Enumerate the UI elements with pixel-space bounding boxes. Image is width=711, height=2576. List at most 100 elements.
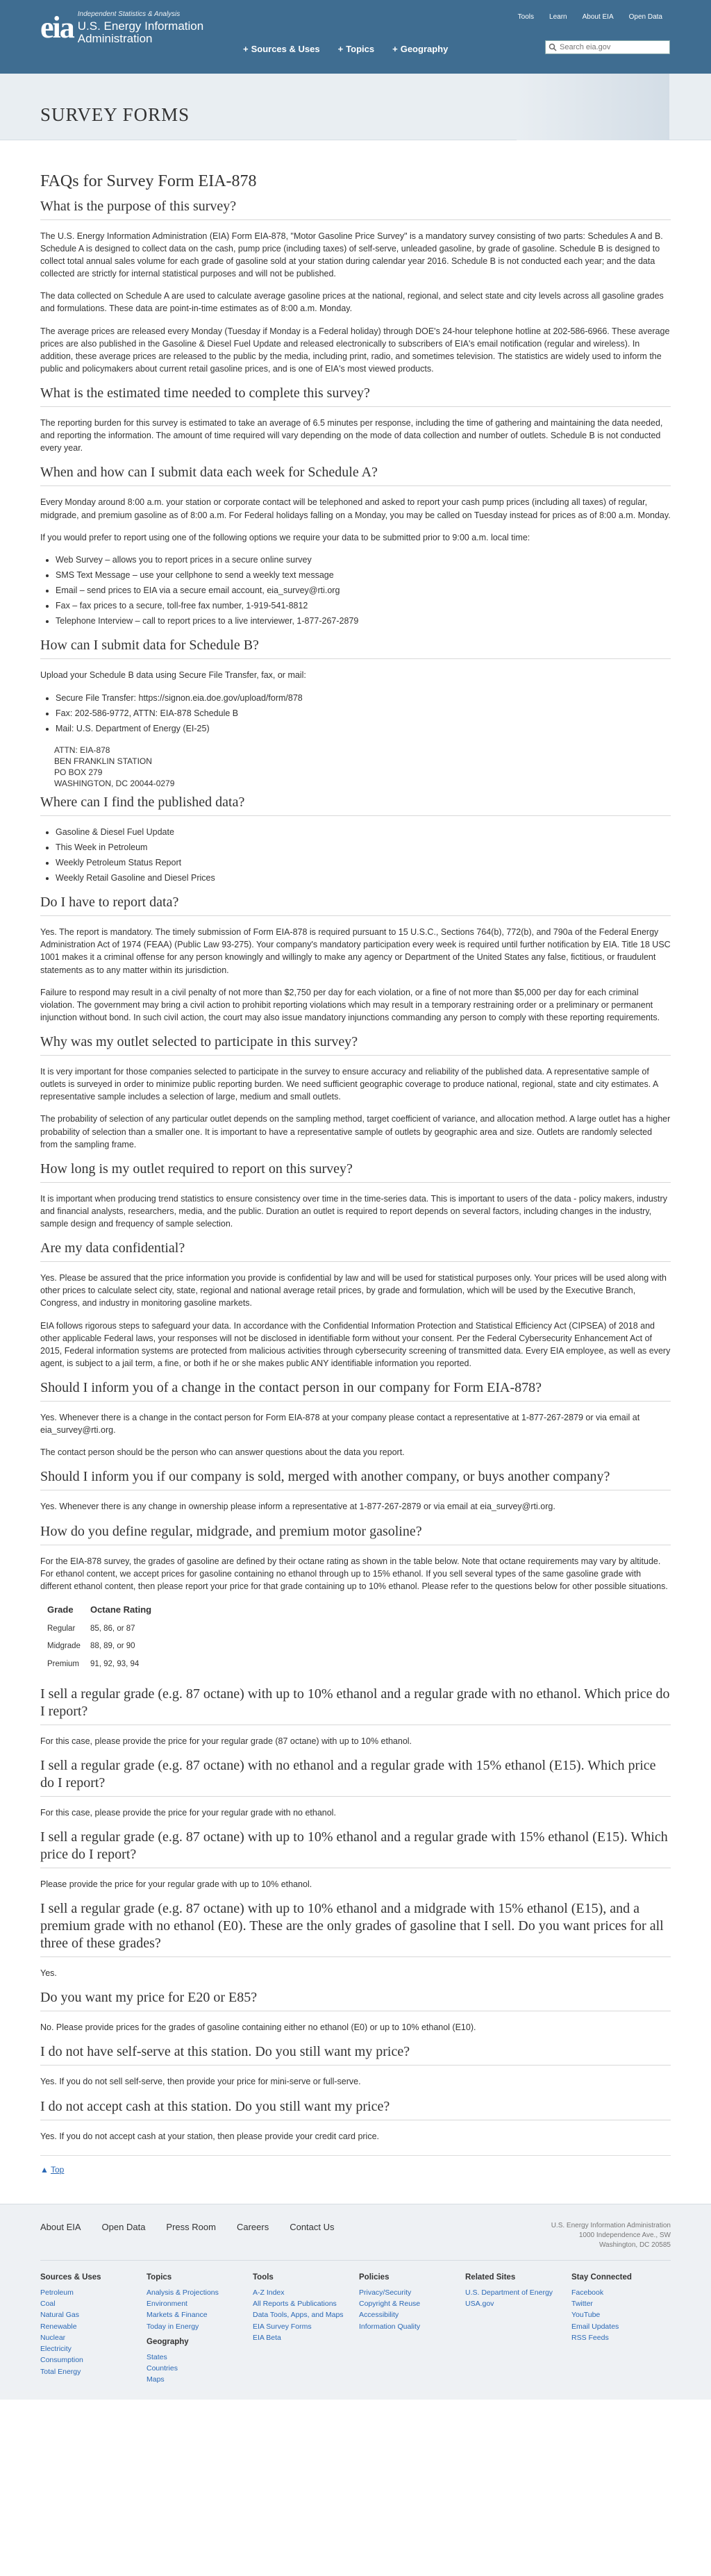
footer-top: About EIA Open Data Press Room Careers C… [40,2221,671,2261]
footer-link[interactable]: Analysis & Projections [147,2287,246,2298]
toplink-learn[interactable]: Learn [549,13,567,23]
footer-link[interactable]: Natural Gas [40,2309,140,2320]
footer-column: Topics Analysis & Projections Environment M… [147,2272,246,2385]
footer-link[interactable]: Coal [40,2298,140,2309]
footer-link[interactable]: Electricity [40,2343,140,2354]
footer-nav-contact[interactable]: Contact Us [290,2221,334,2234]
footer-link[interactable]: All Reports & Publications [253,2298,352,2309]
footer-link[interactable]: States [147,2352,246,2363]
nav-geography[interactable]: + Geography [392,43,448,56]
table-row: Premium 91, 92, 93, 94 [47,1656,161,1675]
footer-column: Stay Connected Facebook Twitter YouTube Emai… [571,2272,671,2385]
eia-logo[interactable]: eia Independent Statistics & Analysis U.… [40,10,203,46]
footer-link[interactable]: Privacy/Security [359,2287,458,2298]
footer-link[interactable]: Petroleum [40,2287,140,2298]
faq-answer-paragraph: For the EIA-878 survey, the grades of ga… [40,1556,668,1591]
footer-column: Policies Privacy/Security Copyright & Reus… [359,2272,458,2385]
footer-column-title: Topics [147,2273,172,2282]
footer-link[interactable]: Markets & Finance [147,2309,246,2320]
footer-column: Related Sites U.S. Department of Energy US… [465,2272,564,2385]
page-title: FAQs for Survey Form EIA-878 [40,172,257,190]
footer-link[interactable]: Countries [147,2363,246,2374]
footer-link[interactable]: RSS Feeds [571,2332,671,2343]
footer-link[interactable]: EIA Survey Forms [253,2321,352,2332]
footer-link[interactable]: Consumption [40,2354,140,2366]
footer-column: Tools A-Z Index All Reports & Publications… [253,2272,352,2385]
footer-link[interactable]: YouTube [571,2309,671,2320]
list-item: Fax: 202-586-9772, ATTN: EIA-878 Schedul… [56,707,671,720]
faq-item: When and how can I submit data each week… [40,464,671,627]
address-line: U.S. Energy Information Administration [551,2222,671,2230]
footer-link[interactable]: Email Updates [571,2321,671,2332]
footer-link[interactable]: A-Z Index [253,2287,352,2298]
logo-line1: U.S. Energy Information [77,19,204,33]
faq-question: How do you define regular, midgrade, and… [40,1523,671,1545]
footer-link[interactable]: Copyright & Reuse [359,2298,458,2309]
footer-link[interactable]: Today in Energy [147,2321,246,2332]
address-line: PO BOX 279 [54,767,103,778]
section-banner: SURVEY FORMS [0,74,711,140]
search-input[interactable] [560,43,664,51]
nav-label: Sources & Uses [251,44,320,54]
logo-mark: eia [40,10,75,44]
nav-label: Geography [400,44,449,54]
toplink-about[interactable]: About EIA [583,13,614,23]
faq-item: What is the purpose of this survey? The U… [40,198,671,375]
nav-topics[interactable]: + Topics [338,43,375,56]
faq-answer-paragraph: The U.S. Energy Information Administrati… [40,231,663,279]
footer-link[interactable]: Environment [147,2298,246,2309]
footer-nav-open-data[interactable]: Open Data [102,2221,146,2234]
faq-item: Where can I find the published data? Gaso… [40,794,671,885]
faq-list: What is the purpose of this survey? The U… [40,198,671,2143]
faq-answer-paragraph: The probability of selection of any part… [40,1114,671,1149]
footer-nav-careers[interactable]: Careers [237,2221,269,2234]
footer-link[interactable]: Data Tools, Apps, and Maps [253,2309,352,2320]
nav-sources-uses[interactable]: + Sources & Uses [243,43,320,56]
address-line: Washington, DC 20585 [599,2241,671,2250]
faq-item: Why was my outlet selected to participat… [40,1033,671,1151]
footer-link[interactable]: Nuclear [40,2332,140,2343]
footer-nav-about[interactable]: About EIA [40,2221,81,2234]
faq-question: Are my data confidential? [40,1240,671,1263]
faq-question: When and how can I submit data each week… [40,464,671,487]
footer-link[interactable]: Renewable [40,2321,140,2332]
footer-link[interactable]: Twitter [571,2298,671,2309]
footer-link[interactable]: Maps [147,2374,246,2385]
footer-link[interactable]: Accessibility [359,2309,458,2320]
toplink-open-data[interactable]: Open Data [629,13,662,23]
address-line: 1000 Independence Ave., SW [578,2232,671,2240]
faq-question: I sell a regular grade (e.g. 87 octane) … [40,1757,671,1797]
footer-link[interactable]: Information Quality [359,2321,458,2332]
table-cell: Midgrade [47,1642,81,1651]
footer-link[interactable]: EIA Beta [253,2332,352,2343]
table-cell: Regular [47,1624,76,1633]
utility-nav: Tools Learn About EIA Open Data [518,13,662,23]
footer-column-title: Stay Connected [571,2273,632,2282]
table-cell: 85, 86, or 87 [90,1624,135,1633]
faq-answer-paragraph: Upload your Schedule B data using Secure… [40,670,306,681]
search-icon[interactable] [549,43,557,51]
banner-image [517,74,669,140]
faq-question: Why was my outlet selected to participat… [40,1033,671,1056]
toplink-tools[interactable]: Tools [518,13,534,23]
faq-answer-paragraph: If you would prefer to report using one … [40,532,530,542]
faq-answer-paragraph: No. Please provide prices for the grades… [40,2022,476,2033]
footer-link[interactable]: USA.gov [465,2298,564,2309]
footer-link[interactable]: Facebook [571,2287,671,2298]
back-to-top: ▲ Top [40,2154,671,2176]
faq-question: How long is my outlet required to report… [40,1161,671,1183]
footer-nav-press[interactable]: Press Room [166,2221,216,2234]
address-line: ATTN: EIA-878 [54,745,110,755]
faq-item: Do I have to report data? Yes. The report… [40,894,671,1024]
footer-column-title: Tools [253,2273,274,2282]
mailing-address: ATTN: EIA-878 BEN FRANKLIN STATION PO BOX … [40,745,671,790]
footer-link[interactable]: Total Energy [40,2366,140,2377]
table-row: Midgrade 88, 89, or 90 [47,1638,161,1656]
footer-link[interactable]: U.S. Department of Energy [465,2287,564,2298]
faq-question: Where can I find the published data? [40,794,671,816]
faq-item: Should I inform you of a change in the c… [40,1379,671,1459]
top-link[interactable]: Top [51,2165,64,2175]
faq-answer-paragraph: The reporting burden for this survey is … [40,418,663,454]
faq-answer-paragraph: It is important when producing trend sta… [40,1193,667,1229]
list-item: Gasoline & Diesel Fuel Update [56,826,671,838]
